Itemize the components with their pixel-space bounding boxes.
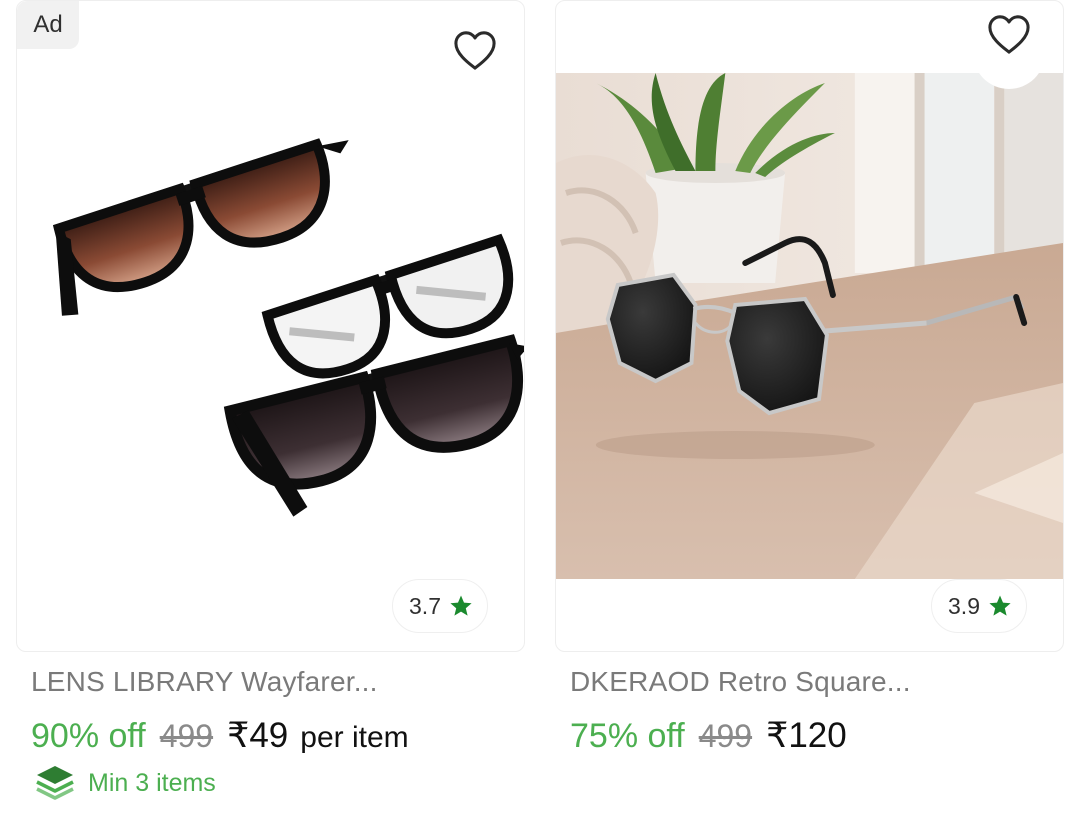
stack-layers-icon — [36, 766, 74, 800]
product-image[interactable] — [556, 73, 1063, 579]
final-price: ₹120 — [766, 716, 847, 755]
ad-label: Ad — [33, 11, 63, 38]
star-icon — [989, 595, 1011, 616]
rating-value: 3.7 — [409, 592, 441, 619]
original-price: 499 — [159, 718, 214, 754]
product-image-container[interactable]: Ad 3.7 — [16, 0, 525, 652]
rating-badge: 3.9 — [931, 579, 1027, 633]
heart-outline-icon — [988, 15, 1030, 54]
discount-percent: 75% off — [570, 717, 685, 755]
star-icon — [450, 595, 472, 616]
per-unit-label: per item — [300, 721, 409, 754]
product-title[interactable]: DKERAOD Retro Square... — [570, 666, 1064, 698]
discount-percent: 90% off — [31, 717, 146, 755]
product-image-container[interactable]: 3.9 — [555, 0, 1064, 652]
product-card[interactable]: 3.9 DKERAOD Retro Square... 75% off 499 … — [555, 0, 1064, 756]
min-quantity-text: Min 3 items — [88, 768, 216, 797]
wishlist-button[interactable] — [450, 25, 500, 75]
product-card[interactable]: Ad 3.7 LENS LIBRARY Wayfarer... 90% off … — [16, 0, 525, 804]
heart-outline-icon — [454, 31, 496, 70]
rating-badge: 3.7 — [392, 579, 488, 633]
min-quantity-row: Min 3 items — [34, 762, 525, 804]
price-row: 75% off 499 ₹120 — [570, 716, 1064, 756]
product-title[interactable]: LENS LIBRARY Wayfarer... — [31, 666, 525, 698]
price-row: 90% off 499 ₹49 per item — [31, 716, 525, 756]
product-image[interactable] — [17, 73, 524, 579]
original-price: 499 — [698, 718, 753, 754]
final-price: ₹49 — [227, 716, 289, 755]
rating-value: 3.9 — [948, 592, 980, 619]
ad-badge: Ad — [17, 1, 79, 49]
wishlist-button[interactable] — [973, 1, 1045, 89]
